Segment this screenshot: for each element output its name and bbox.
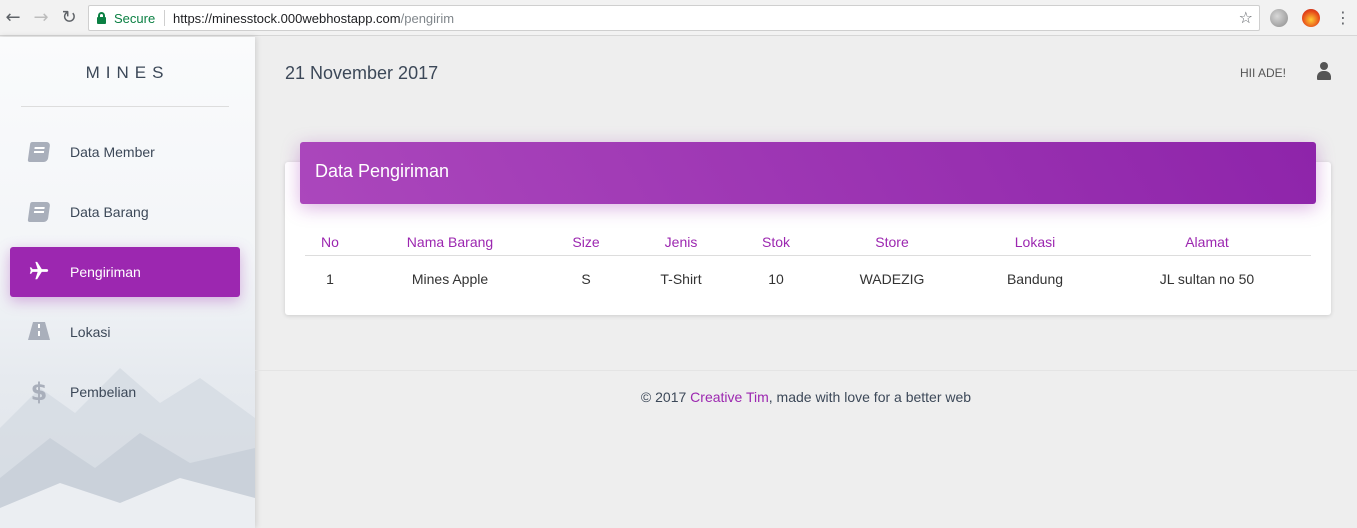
extension-icon[interactable] — [1270, 9, 1288, 27]
cell-lokasi: Bandung — [1006, 271, 1064, 287]
user-greeting: HII ADE! — [1240, 66, 1287, 80]
sidebar-item-data-barang[interactable]: Data Barang — [10, 187, 240, 237]
page-date: 21 November 2017 — [285, 63, 439, 83]
footer: © 2017 Creative Tim, made with love for … — [255, 389, 1357, 405]
card-title: Data Pengiriman — [315, 161, 450, 181]
user-icon[interactable] — [1316, 62, 1332, 80]
sidebar-item-label: Pembelian — [70, 384, 137, 400]
book-icon — [26, 200, 52, 224]
url-text[interactable]: https://minesstock.000webhostapp.com/pen… — [173, 11, 454, 26]
cell-stok: 10 — [768, 271, 784, 287]
sidebar-item-lokasi[interactable]: Lokasi — [10, 307, 240, 357]
road-icon — [26, 320, 52, 344]
sidebar-item-pengiriman[interactable]: Pengiriman — [10, 247, 240, 297]
card-header: Data Pengiriman — [300, 142, 1316, 204]
table-header-jenis: Jenis — [664, 234, 698, 250]
cell-no: 1 — [326, 271, 334, 287]
table-header-stok: Stok — [761, 234, 790, 250]
url-path: /pengirim — [400, 11, 455, 26]
extension-fire-icon[interactable] — [1302, 9, 1320, 27]
footer-divider — [255, 370, 1357, 371]
plane-icon — [26, 260, 52, 284]
table-header-lokasi: Lokasi — [1014, 234, 1056, 250]
brand-logo-text[interactable]: MINES — [0, 63, 255, 83]
back-arrow-icon[interactable]: ← — [2, 7, 24, 29]
sidebar: MINES Data Member Data Barang Pengiriman… — [0, 37, 255, 528]
dollar-icon: $ — [30, 378, 48, 406]
bookmark-star-icon[interactable]: ☆ — [1239, 8, 1253, 27]
table-header-alamat: Alamat — [1185, 234, 1229, 250]
cell-nama-barang: Mines Apple — [411, 271, 489, 287]
footer-copyright: © 2017 — [640, 389, 691, 405]
sidebar-item-label: Data Barang — [70, 204, 149, 220]
cell-store: WADEZIG — [859, 271, 925, 287]
table-header-store: Store — [875, 234, 909, 250]
url-base: https://minesstock.000webhostapp.com — [173, 11, 401, 26]
url-separator — [164, 10, 165, 26]
table-header-nama-barang: Nama Barang — [406, 234, 494, 250]
sidebar-item-label: Pengiriman — [70, 264, 141, 280]
sidebar-item-data-member[interactable]: Data Member — [10, 127, 240, 177]
sidebar-item-pembelian[interactable]: $ Pembelian — [10, 367, 240, 417]
sidebar-item-label: Data Member — [70, 144, 155, 160]
lock-icon — [97, 12, 106, 24]
browser-toolbar: ← → ↻ Secure https://minesstock.000webho… — [0, 0, 1357, 36]
table-header-no: No — [321, 234, 339, 250]
cell-alamat: JL sultan no 50 — [1159, 271, 1255, 287]
sidebar-item-label: Lokasi — [70, 324, 111, 340]
reload-icon[interactable]: ↻ — [58, 7, 80, 29]
browser-menu-icon[interactable]: ⋮ — [1335, 8, 1351, 27]
table-header-size: Size — [572, 234, 600, 250]
footer-creative-tim-link[interactable]: Creative Tim — [690, 389, 769, 405]
table-header-divider — [305, 255, 1311, 256]
cell-jenis: T-Shirt — [660, 271, 702, 287]
secure-label: Secure — [114, 11, 156, 26]
cell-size: S — [581, 271, 591, 287]
footer-tagline: , made with love for a better web — [768, 389, 972, 405]
book-icon — [26, 140, 52, 164]
address-bar[interactable]: Secure https://minesstock.000webhostapp.… — [88, 5, 1260, 31]
brand-divider — [21, 106, 229, 107]
forward-arrow-icon[interactable]: → — [30, 7, 52, 29]
